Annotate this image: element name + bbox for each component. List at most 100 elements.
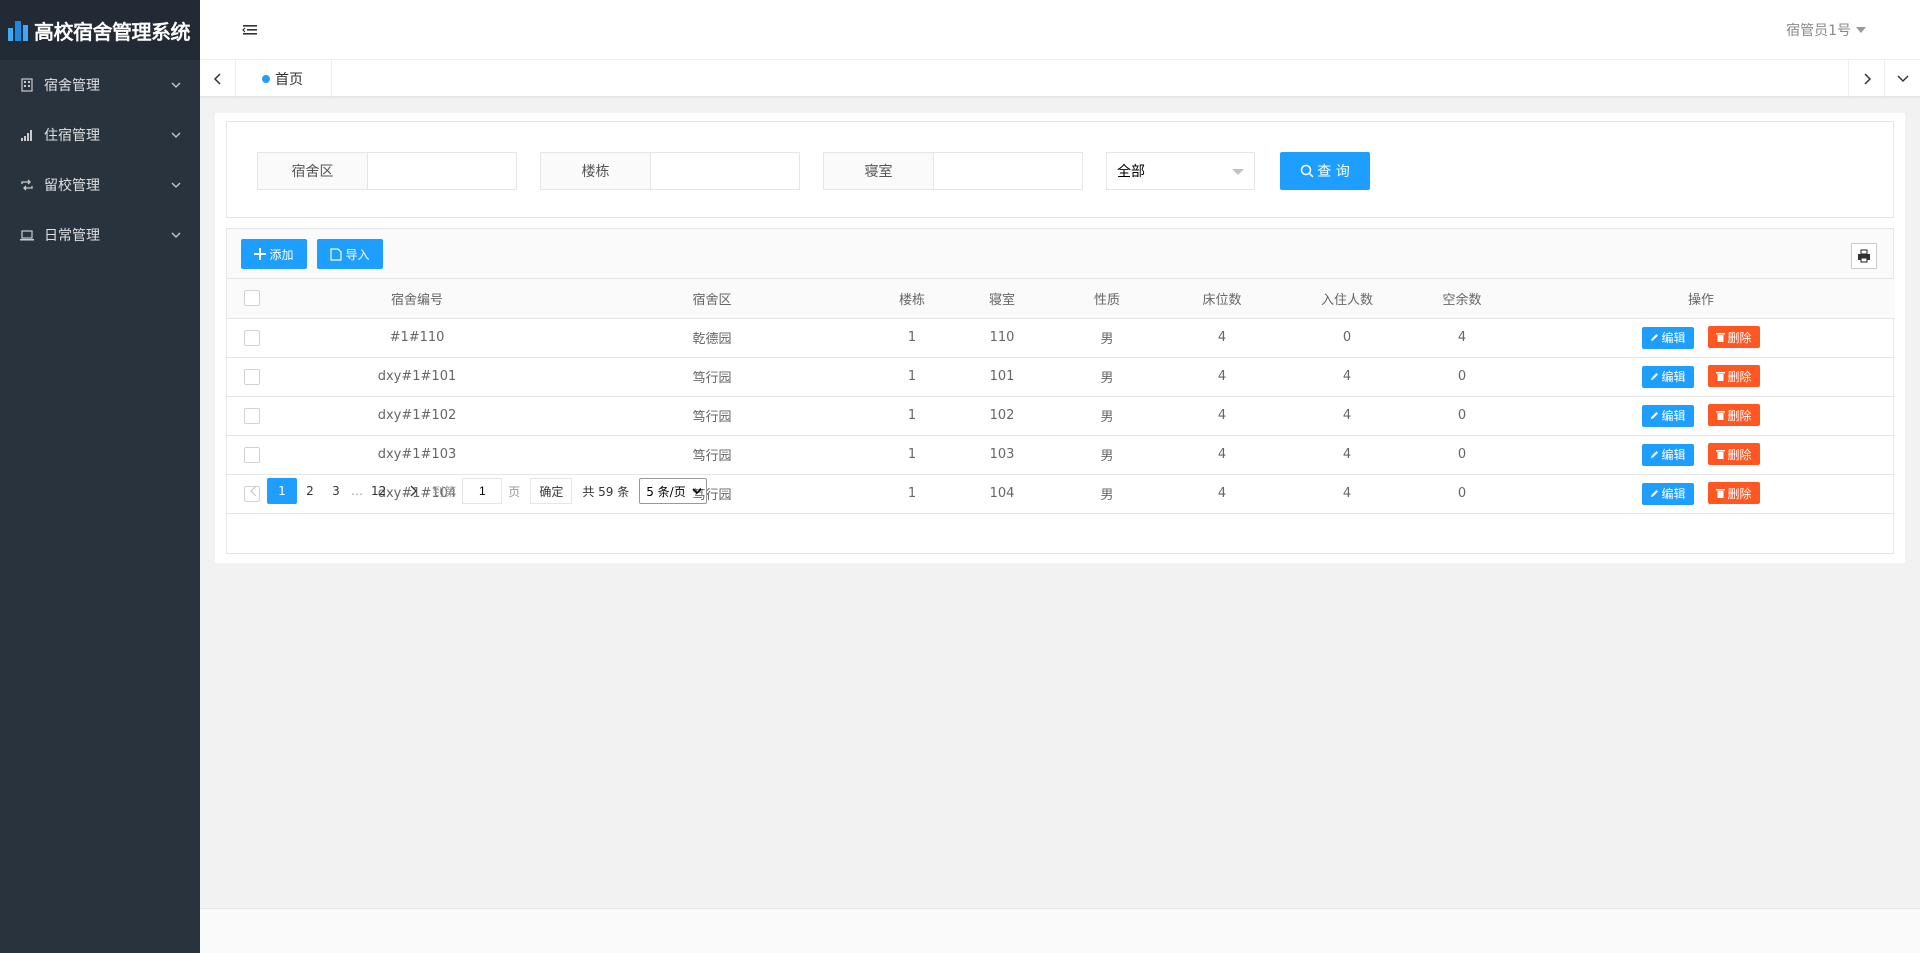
signal-icon <box>20 128 34 142</box>
building-input[interactable] <box>651 153 799 189</box>
laptop-icon <box>20 228 34 242</box>
row-select-cell <box>227 318 277 358</box>
print-button[interactable] <box>1851 243 1877 269</box>
caret-down-icon <box>1856 27 1866 33</box>
prev-page-button[interactable] <box>241 478 267 504</box>
tab-home[interactable]: 首页 <box>236 60 332 97</box>
edit-button[interactable]: 编辑 <box>1642 326 1694 349</box>
pencil-icon <box>1651 373 1659 381</box>
table-cell: 笃行园 <box>557 435 867 475</box>
sidebar-item-dorm[interactable]: 宿舍管理 <box>0 60 200 110</box>
delete-button[interactable]: 删除 <box>1708 326 1760 349</box>
table-cell: 乾德园 <box>557 318 867 358</box>
edit-button[interactable]: 编辑 <box>1642 443 1694 466</box>
footer <box>200 908 1920 953</box>
page-ellipsis: … <box>351 484 363 498</box>
sidebar-item-label: 住宿管理 <box>44 128 100 144</box>
row-checkbox[interactable] <box>244 329 260 346</box>
row-checkbox[interactable] <box>244 407 260 424</box>
area-field: 宿舍区 <box>257 152 517 190</box>
row-select-cell <box>227 357 277 397</box>
gender-select[interactable]: 全部 <box>1106 152 1255 190</box>
tab-scroll-right-button[interactable] <box>1848 60 1884 97</box>
goto-confirm-button[interactable]: 确定 <box>530 478 573 504</box>
column-header[interactable]: 入住人数 <box>1277 279 1417 319</box>
table-cell: 4 <box>1167 435 1277 475</box>
delete-button[interactable]: 删除 <box>1708 404 1760 427</box>
row-checkbox[interactable] <box>244 446 260 463</box>
tab-options-button[interactable] <box>1884 60 1920 97</box>
row-actions: 编辑 删除 <box>1507 435 1895 475</box>
import-label: 导入 <box>345 247 370 262</box>
row-actions: 编辑 删除 <box>1507 318 1895 358</box>
next-page-button[interactable] <box>400 478 426 504</box>
user-menu[interactable]: 宿管员1号 <box>1786 20 1866 40</box>
building-label: 楼栋 <box>541 153 651 189</box>
column-header[interactable]: 宿舍区 <box>557 279 867 319</box>
table-cell: 110 <box>957 318 1047 358</box>
pagination: 1 2 3 … 12 到第 页 确定 共 59 条 5 条/页 <box>227 471 1893 511</box>
select-all-checkbox[interactable] <box>244 290 260 307</box>
page-3[interactable]: 3 <box>323 478 349 504</box>
table-cell: 0 <box>1417 435 1507 475</box>
column-header[interactable]: 性质 <box>1047 279 1167 319</box>
page-2[interactable]: 2 <box>297 478 323 504</box>
data-table: 添加 导入 宿舍编号 宿舍区 楼栋 寝室 性质 床位数 入住人数 空余数 操作 … <box>226 228 1895 554</box>
table-cell: 0 <box>1277 318 1417 358</box>
table-header-row: 宿舍编号 宿舍区 楼栋 寝室 性质 床位数 入住人数 空余数 操作 <box>227 279 1895 319</box>
pencil-icon <box>1651 334 1659 342</box>
row-checkbox[interactable] <box>244 368 260 385</box>
table-cell: 男 <box>1047 396 1167 436</box>
delete-button[interactable]: 删除 <box>1708 365 1760 388</box>
area-input[interactable] <box>368 153 516 189</box>
table-row: dxy#1#101 笃行园 1 101 男 4 4 0 编辑 删除 <box>227 357 1895 397</box>
delete-label: 删除 <box>1727 447 1752 462</box>
query-button[interactable]: 查 询 <box>1280 152 1370 190</box>
chevron-left-icon <box>250 485 257 497</box>
table-cell: #1#110 <box>277 318 557 358</box>
main-card: 宿舍区 楼栋 寝室 全部 查 询 添加 导入 宿舍编号 宿舍区 楼栋 寝室 性质… <box>215 113 1905 563</box>
edit-button[interactable]: 编辑 <box>1642 365 1694 388</box>
tab-home-label: 首页 <box>275 71 303 88</box>
goto-prefix: 到第 <box>432 484 457 499</box>
table-cell: 4 <box>1167 357 1277 397</box>
table-cell: 4 <box>1277 435 1417 475</box>
edit-label: 编辑 <box>1661 448 1686 463</box>
edit-button[interactable]: 编辑 <box>1642 404 1694 427</box>
table-cell: 男 <box>1047 435 1167 475</box>
sidebar-item-daily[interactable]: 日常管理 <box>0 210 200 260</box>
chevron-down-icon <box>171 82 181 88</box>
sidebar-item-stay-school[interactable]: 留校管理 <box>0 160 200 210</box>
column-header[interactable]: 空余数 <box>1417 279 1507 319</box>
column-header[interactable]: 宿舍编号 <box>277 279 557 319</box>
tab-scroll-left-button[interactable] <box>200 60 236 97</box>
table-cell: dxy#1#101 <box>277 357 557 397</box>
column-header[interactable]: 寝室 <box>957 279 1047 319</box>
chevron-down-icon <box>171 232 181 238</box>
sidebar-item-label: 宿舍管理 <box>44 78 100 94</box>
table-cell: 男 <box>1047 318 1167 358</box>
sidebar-item-stay[interactable]: 住宿管理 <box>0 110 200 160</box>
add-button[interactable]: 添加 <box>241 239 307 269</box>
page-1[interactable]: 1 <box>267 478 297 504</box>
table-cell: 0 <box>1417 357 1507 397</box>
gender-select-value: 全部 <box>1117 164 1145 180</box>
table-cell: 102 <box>957 396 1047 436</box>
page-size-select[interactable]: 5 条/页 <box>639 478 707 504</box>
column-header[interactable]: 楼栋 <box>867 279 957 319</box>
caret-down-icon <box>1232 169 1244 175</box>
menu-toggle-icon[interactable] <box>242 22 258 38</box>
area-label: 宿舍区 <box>258 153 368 189</box>
import-button[interactable]: 导入 <box>317 239 383 269</box>
pencil-icon <box>1651 451 1659 459</box>
file-icon <box>330 247 343 261</box>
page-last[interactable]: 12 <box>365 478 392 504</box>
delete-button[interactable]: 删除 <box>1708 443 1760 466</box>
goto-page-input[interactable] <box>462 478 503 504</box>
table-cell: 1 <box>867 435 957 475</box>
column-header[interactable]: 床位数 <box>1167 279 1277 319</box>
table-cell: 1 <box>867 396 957 436</box>
chevron-right-icon <box>410 485 418 497</box>
room-input[interactable] <box>934 153 1082 189</box>
room-label: 寝室 <box>824 153 934 189</box>
